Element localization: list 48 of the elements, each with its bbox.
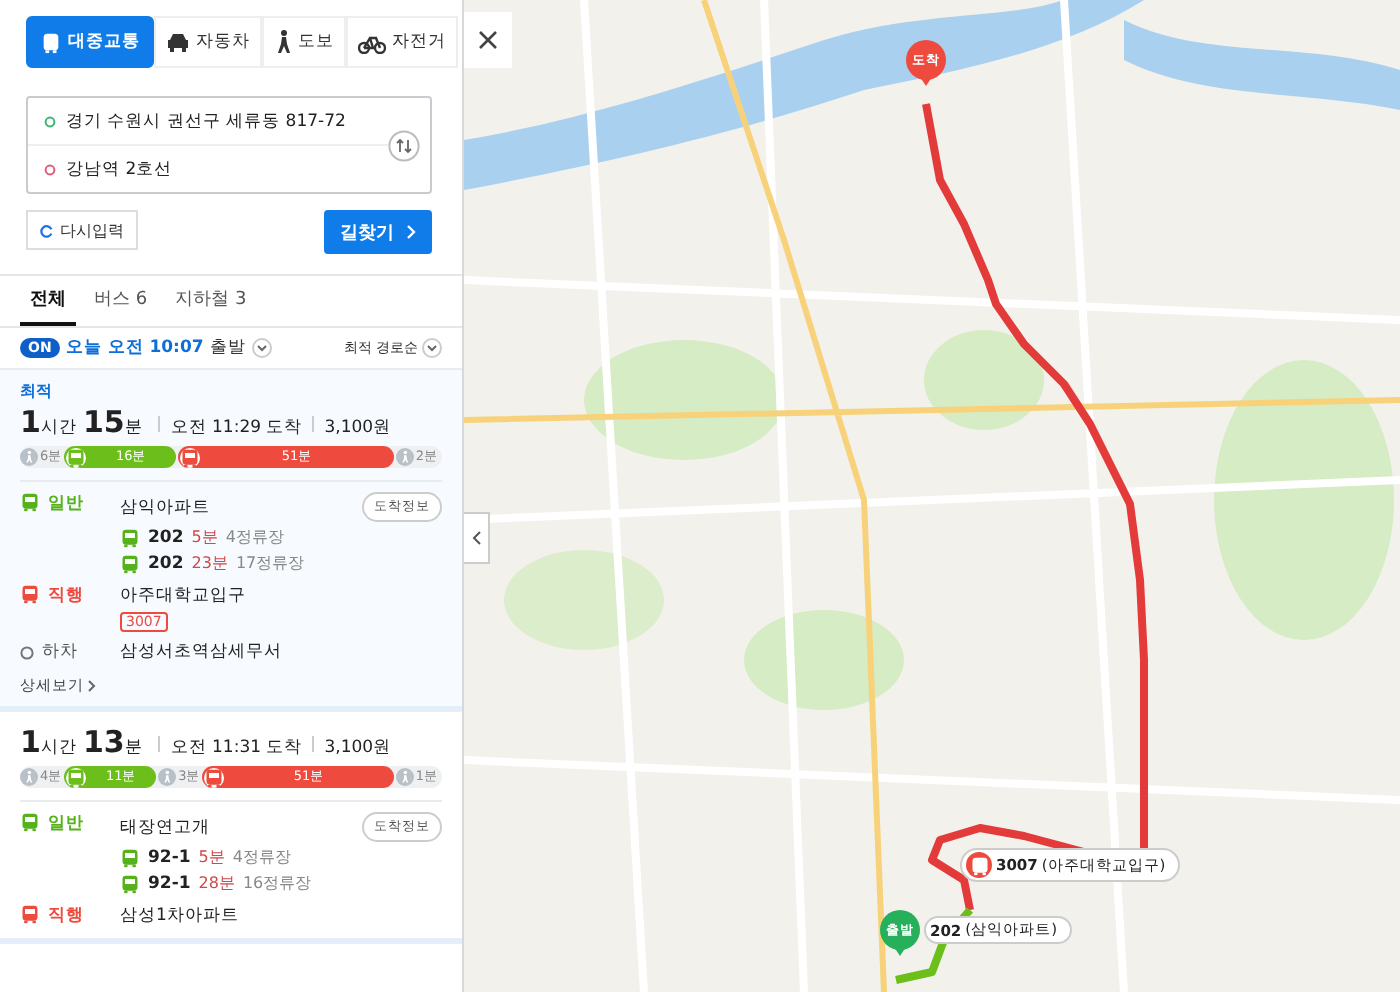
duration-minutes: 13: [82, 724, 125, 760]
bus-type-label: 일반: [48, 812, 84, 836]
arrival-eta: 5분: [191, 526, 218, 548]
duration-hours: 1: [20, 724, 41, 760]
travel-mode-tab[interactable]: 대중교통: [26, 16, 154, 68]
stops-remaining: 17정류장: [235, 552, 305, 574]
departure-time[interactable]: 오늘 오전 10:07: [65, 336, 204, 360]
bus-type-label: 직행: [48, 904, 84, 928]
arrival-time: 오전 11:31 도착: [170, 736, 303, 760]
departure-label: 출발: [209, 336, 246, 360]
hours-unit: 시간: [40, 416, 77, 440]
route-filter-tab[interactable]: 지하철 3: [165, 276, 257, 326]
best-route-tag: 최적: [20, 380, 442, 402]
arrival-eta: 5분: [198, 846, 225, 868]
stop-name: 삼성서초역삼세무서: [120, 640, 282, 664]
route-filter-tab[interactable]: 전체: [20, 276, 76, 326]
bus-number[interactable]: 202: [148, 553, 184, 573]
stops-remaining: 16정류장: [242, 872, 312, 894]
stops-remaining: 4정류장: [225, 526, 284, 548]
destination-field[interactable]: 강남역 2호선: [66, 159, 388, 179]
bus-number[interactable]: 92-1: [148, 847, 191, 867]
bus-number[interactable]: 202: [148, 527, 184, 547]
origin-field[interactable]: 경기 수원시 권선구 세류동 817-72: [66, 111, 388, 131]
travel-mode-tab[interactable]: 도보: [262, 16, 346, 68]
hours-unit: 시간: [40, 736, 77, 760]
stops-remaining: 4정류장: [232, 846, 291, 868]
travel-mode-tab[interactable]: 자전거: [346, 16, 458, 68]
stop-name: 삼성1차아파트: [120, 904, 239, 928]
fare: 3,100원: [324, 736, 392, 760]
bus-number[interactable]: 92-1: [148, 873, 191, 893]
search-route-button[interactable]: 길찾기: [324, 210, 432, 254]
bus-type-label: 일반: [48, 492, 84, 516]
minutes-unit: 분: [124, 736, 143, 760]
travel-mode-tab[interactable]: 자동차: [154, 16, 262, 68]
route-filter-tab[interactable]: 버스 6: [84, 276, 158, 326]
fare: 3,100원: [324, 416, 392, 440]
bus-type-label: 하차: [42, 640, 78, 664]
reset-button[interactable]: 다시입력: [26, 210, 138, 250]
minutes-unit: 분: [124, 416, 143, 440]
stop-name: 삼익아파트: [120, 495, 210, 519]
arrival-time: 오전 11:29 도착: [170, 416, 303, 440]
duration-hours: 1: [20, 404, 41, 440]
stop-name: 태장연고개: [120, 815, 210, 839]
stop-name: 아주대학교입구: [120, 584, 246, 608]
arrival-eta: 23분: [191, 552, 228, 574]
bus-type-label: 직행: [48, 584, 84, 608]
duration-minutes: 15: [82, 404, 125, 440]
arrival-eta: 28분: [198, 872, 235, 894]
